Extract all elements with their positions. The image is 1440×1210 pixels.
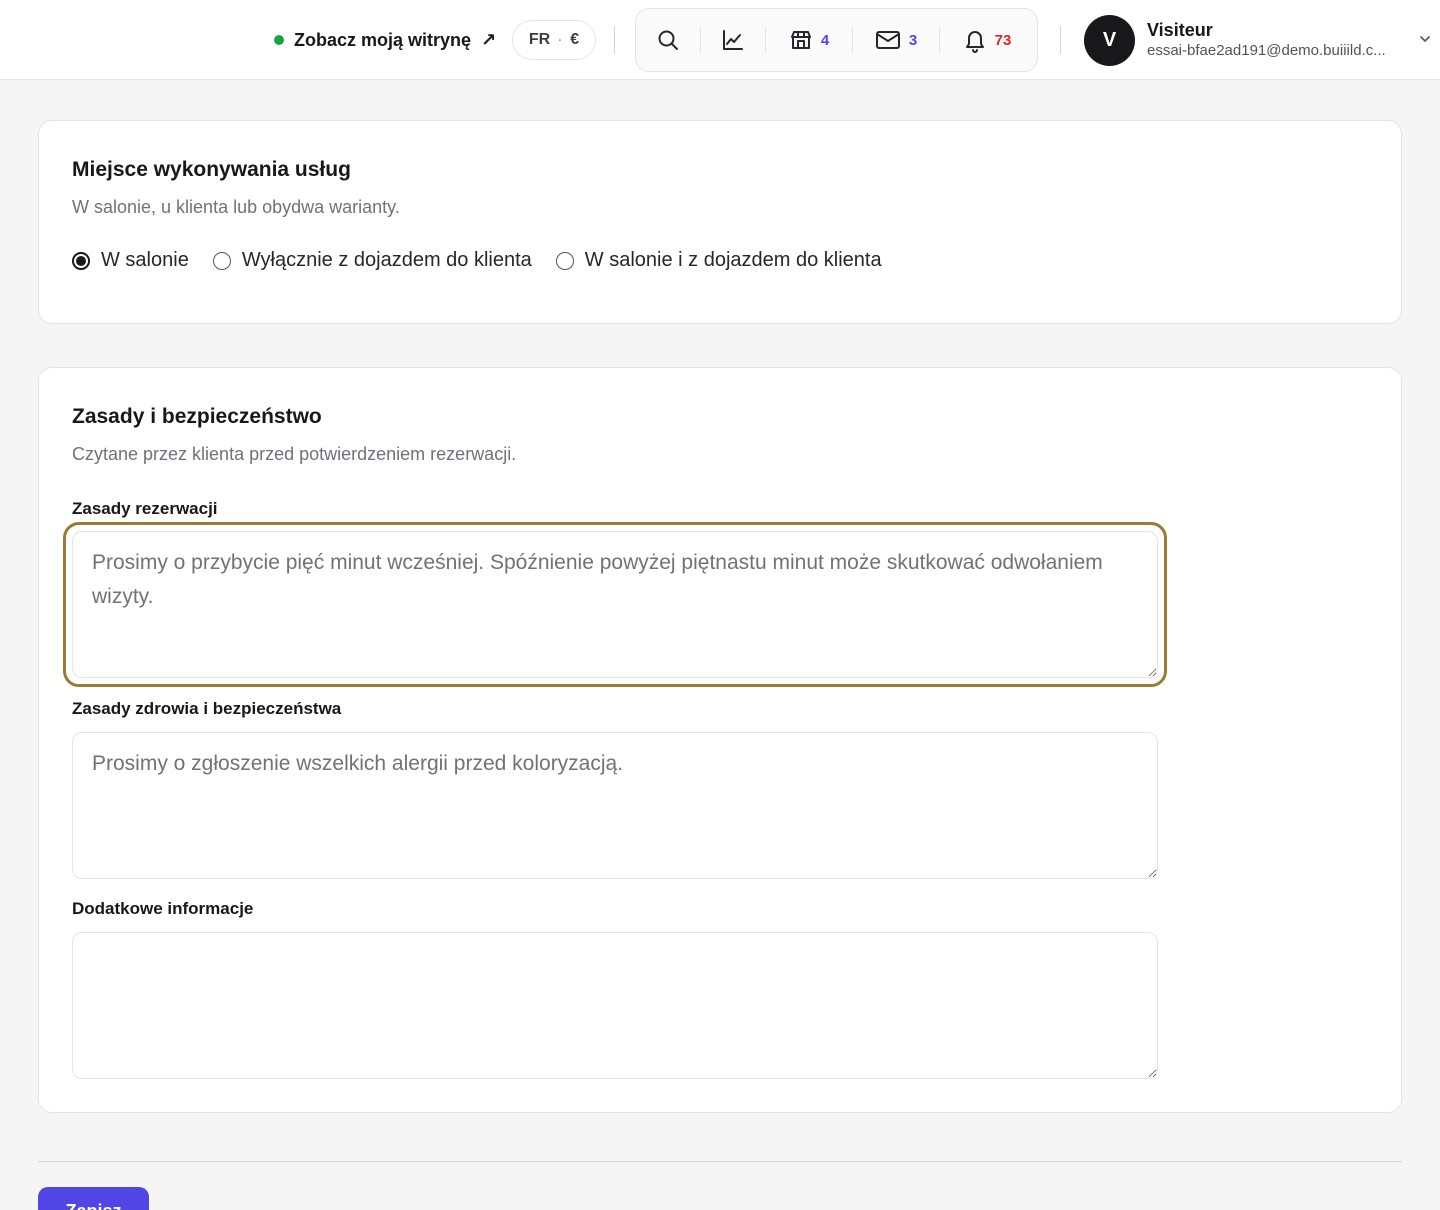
health-policy-textarea[interactable]: [72, 732, 1158, 879]
radio-unchecked: [555, 251, 574, 270]
header-icon-bar: 4 3 73: [635, 8, 1038, 72]
policies-card: Zasady i bezpieczeństwo Czytane przez kl…: [38, 367, 1402, 1113]
notification-count-badge: 73: [994, 31, 1012, 49]
search-icon: [658, 30, 678, 50]
messages-button[interactable]: 3: [853, 20, 939, 60]
locale-currency: €: [570, 31, 580, 48]
card-subtitle: Czytane przez klienta przed potwierdzeni…: [72, 444, 517, 464]
header-divider: [1060, 26, 1061, 54]
radio-label: W salonie i z dojazdem do klienta: [584, 249, 882, 271]
save-button[interactable]: Zapisz: [38, 1187, 149, 1210]
radio-label: Wyłącznie z dojazdem do klienta: [241, 249, 532, 271]
online-status-dot: [274, 35, 284, 45]
service-location-card: Miejsce wykonywania usług W salonie, u k…: [38, 120, 1402, 324]
bell-icon: [965, 31, 984, 53]
booking-policy-textarea[interactable]: [72, 531, 1158, 678]
booking-policy-label: Zasady rezerwacji: [72, 499, 218, 518]
locale-switcher[interactable]: FR · €: [512, 20, 596, 60]
user-info: Visiteur essai-bfae2ad191@demo.buiiild.c…: [1147, 19, 1405, 61]
locale-language: FR: [528, 31, 551, 48]
radio-in-salon[interactable]: W salonie: [72, 249, 189, 272]
top-bar: Zobacz moją witrynę ↗ FR · € 4 3 73 V Vi…: [0, 0, 1440, 80]
user-name: Visiteur: [1147, 20, 1213, 40]
radio-salon-and-mobile[interactable]: W salonie i z dojazdem do klienta: [555, 249, 882, 272]
search-button[interactable]: [636, 20, 700, 60]
radio-unchecked: [212, 251, 231, 270]
card-title: Zasady i bezpieczeństwo: [72, 405, 322, 428]
card-title: Miejsce wykonywania usług: [72, 158, 351, 181]
radio-label: W salonie: [101, 249, 189, 271]
locale-separator: ·: [558, 33, 563, 47]
header-divider: [614, 26, 615, 54]
health-policy-label: Zasady zdrowia i bezpieczeństwa: [72, 699, 342, 718]
view-site-label: Zobacz moją witrynę: [294, 29, 472, 50]
external-link-icon: ↗: [481, 29, 497, 50]
mail-count-badge: 3: [908, 31, 918, 49]
service-location-radio-group: W salonie Wyłącznie z dojazdem do klient…: [72, 249, 906, 272]
view-site-link[interactable]: Zobacz moją witrynę ↗: [274, 27, 496, 53]
radio-mobile-only[interactable]: Wyłącznie z dojazdem do klienta: [212, 249, 532, 272]
chart-line-icon: [723, 30, 743, 50]
footer-divider: [38, 1161, 1402, 1162]
radio-checked: [72, 251, 90, 270]
user-email: essai-bfae2ad191@demo.buiiild.c...: [1147, 42, 1386, 59]
avatar: V: [1084, 14, 1135, 66]
store-count-badge: 4: [820, 31, 830, 49]
additional-info-textarea[interactable]: [72, 932, 1158, 1079]
notifications-button[interactable]: 73: [940, 20, 1034, 60]
user-menu[interactable]: V Visiteur essai-bfae2ad191@demo.buiiild…: [1084, 14, 1434, 66]
card-subtitle: W salonie, u klienta lub obydwa warianty…: [72, 197, 400, 217]
statistics-button[interactable]: [701, 20, 765, 60]
store-icon: [790, 31, 811, 49]
chevron-down-icon: [1420, 36, 1430, 43]
store-button[interactable]: 4: [766, 20, 852, 60]
additional-info-label: Dodatkowe informacje: [72, 899, 254, 918]
mail-icon: [875, 31, 900, 49]
